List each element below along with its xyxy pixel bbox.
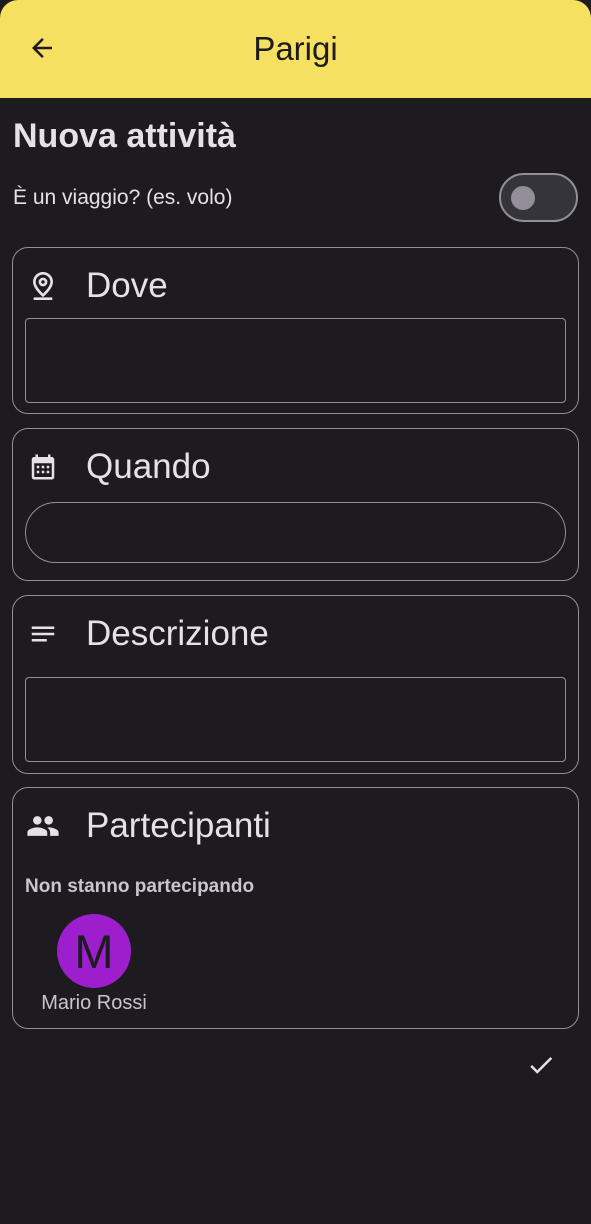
participants-card: Partecipanti Non stanno partecipando M M… bbox=[12, 787, 579, 1029]
page-title: Parigi bbox=[253, 30, 338, 67]
not-participating-label: Non stanno partecipando bbox=[25, 876, 255, 897]
where-card: Dove bbox=[12, 247, 579, 414]
participants-card-header: Partecipanti bbox=[25, 804, 271, 848]
avatar: M bbox=[57, 914, 131, 988]
description-card-header: Descrizione bbox=[25, 612, 269, 656]
description-card: Descrizione bbox=[12, 595, 579, 774]
when-title: Quando bbox=[86, 447, 211, 486]
when-input[interactable] bbox=[25, 502, 566, 563]
participant-chip[interactable]: M Mario Rossi bbox=[33, 914, 155, 1015]
confirm-button[interactable] bbox=[519, 1045, 563, 1089]
where-card-header: Dove bbox=[25, 264, 168, 308]
check-icon bbox=[526, 1050, 556, 1085]
location-pin-icon bbox=[25, 268, 61, 304]
top-app-bar: Parigi bbox=[0, 0, 591, 98]
where-title: Dove bbox=[86, 266, 168, 305]
when-card-header: Quando bbox=[25, 445, 211, 489]
description-input[interactable] bbox=[25, 677, 566, 762]
form-title: Nuova attività bbox=[13, 117, 236, 155]
participant-name: Mario Rossi bbox=[41, 992, 147, 1014]
calendar-icon bbox=[25, 449, 61, 485]
when-card: Quando bbox=[12, 428, 579, 581]
app-screen: Parigi Nuova attività È un viaggio? (es.… bbox=[0, 0, 591, 1224]
participants-title: Partecipanti bbox=[86, 806, 271, 845]
notes-icon bbox=[25, 616, 61, 652]
people-icon bbox=[25, 808, 61, 844]
where-input[interactable] bbox=[25, 318, 566, 403]
trip-toggle-switch[interactable] bbox=[499, 173, 578, 222]
description-title: Descrizione bbox=[86, 614, 269, 653]
toggle-knob bbox=[511, 186, 535, 210]
trip-toggle-label: È un viaggio? (es. volo) bbox=[13, 186, 233, 209]
